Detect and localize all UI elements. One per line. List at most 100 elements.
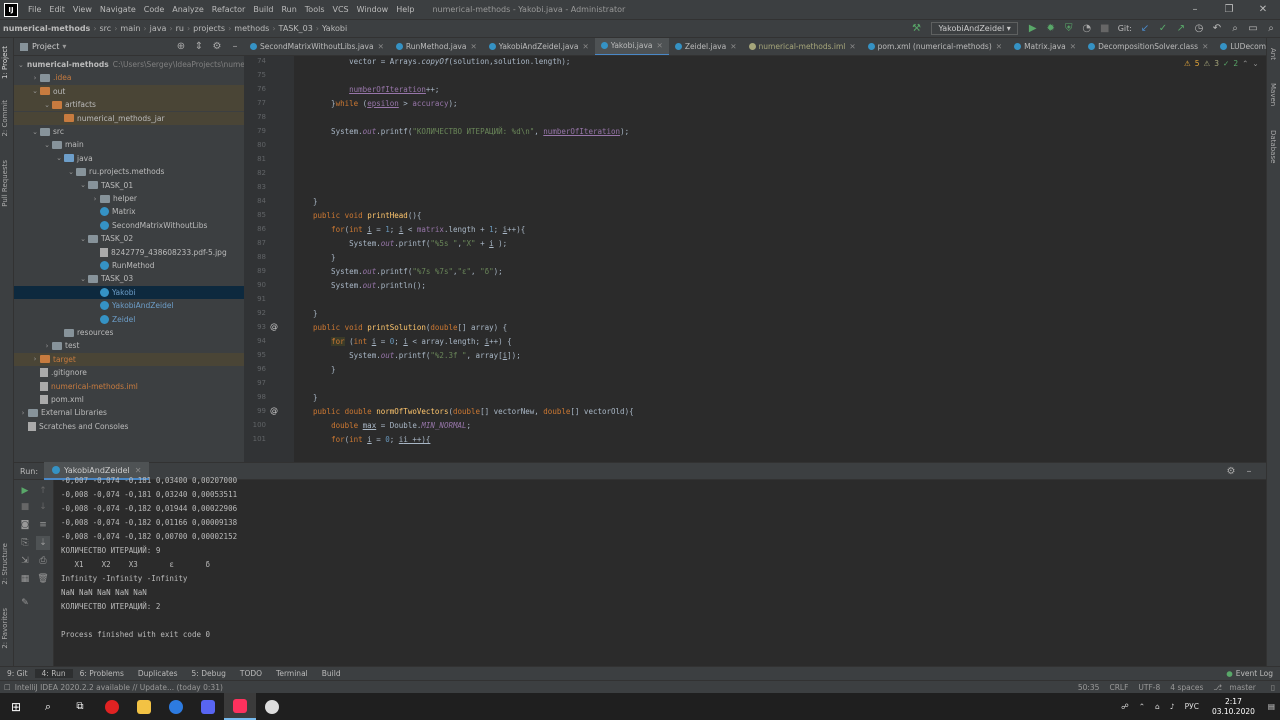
minimize-icon[interactable]: –: [1178, 4, 1212, 15]
tree-item[interactable]: ⌄ artifacts: [14, 98, 244, 112]
coverage-icon[interactable]: ⛨: [1061, 21, 1077, 37]
tool-tab[interactable]: Terminal: [269, 669, 315, 678]
close-icon[interactable]: ✕: [582, 42, 588, 51]
tool-maven-label[interactable]: Maven: [1269, 83, 1277, 106]
paint-app-icon[interactable]: [256, 693, 288, 720]
ide-search-icon[interactable]: ⌕: [1263, 21, 1279, 37]
debug-icon[interactable]: ✹: [1043, 21, 1059, 37]
tree-item[interactable]: ⌄ src: [14, 125, 244, 138]
editor-tab[interactable]: Yakobi.java ✕: [594, 38, 669, 55]
tool-tab[interactable]: TODO: [233, 669, 269, 678]
tree-item[interactable]: › target: [14, 352, 244, 366]
tool-tab[interactable]: 4: Run: [34, 669, 73, 678]
chevron-down-icon[interactable]: ⌄: [18, 61, 24, 69]
soft-wrap-icon[interactable]: ≡: [36, 518, 50, 532]
chevron-down-icon[interactable]: ⌄: [78, 235, 88, 243]
tree-item[interactable]: 8242779_438608233.pdf-5.jpg: [14, 246, 244, 259]
tree-item[interactable]: ⌄ TASK_01: [14, 179, 244, 192]
tool-commit-label[interactable]: 2: Commit: [1, 100, 9, 137]
maximize-icon[interactable]: ❐: [1212, 4, 1246, 15]
tool-pull-requests-label[interactable]: Pull Requests: [1, 160, 9, 207]
tree-item[interactable]: ⌄ java: [14, 152, 244, 165]
breadcrumb-item[interactable]: projects: [190, 24, 228, 33]
tree-item[interactable]: pom.xml: [14, 393, 244, 406]
trash-icon[interactable]: 🗑: [36, 572, 50, 586]
people-icon[interactable]: ☍: [1121, 702, 1129, 711]
caret-position[interactable]: 50:35: [1078, 683, 1100, 692]
tree-item[interactable]: Yakobi: [14, 285, 244, 299]
tree-item[interactable]: › test: [14, 339, 244, 352]
tree-item[interactable]: ⌄ out: [14, 84, 244, 98]
breadcrumb-item[interactable]: TASK_03: [276, 24, 316, 33]
tree-item[interactable]: › .idea: [14, 71, 244, 84]
network-icon[interactable]: ⌂: [1155, 702, 1160, 711]
print-icon[interactable]: ⎙: [36, 554, 50, 568]
breadcrumb-item[interactable]: methods: [231, 24, 272, 33]
tree-item[interactable]: Scratches and Consoles: [14, 420, 244, 433]
close-icon[interactable]: ✕: [470, 42, 476, 51]
status-message[interactable]: IntelliJ IDEA 2020.2.2 available // Upda…: [15, 683, 223, 692]
language-indicator[interactable]: РУС: [1185, 702, 1199, 711]
close-icon[interactable]: ✕: [657, 41, 663, 50]
clock[interactable]: 2:17 03.10.2020: [1212, 697, 1255, 717]
chevron-down-icon[interactable]: ⌄: [66, 168, 76, 176]
history-icon[interactable]: ◷: [1191, 21, 1207, 37]
volume-icon[interactable]: ♪: [1170, 702, 1175, 711]
tool-tab[interactable]: 9: Git: [0, 669, 35, 678]
breadcrumb-item[interactable]: numerical-methods: [0, 24, 93, 33]
hammer-build-icon[interactable]: ⚒: [908, 21, 924, 37]
stop-icon[interactable]: ■: [1097, 21, 1113, 37]
profile-icon[interactable]: ◔: [1079, 21, 1095, 37]
chevron-down-icon[interactable]: ⌄: [78, 181, 88, 189]
tool-project-label[interactable]: 1: Project: [1, 46, 9, 79]
rollback-icon[interactable]: ↶: [1209, 21, 1225, 37]
task-view-icon[interactable]: ⧉: [64, 693, 96, 720]
chevron-down-icon[interactable]: ⌄: [30, 128, 40, 136]
up-arrow-icon[interactable]: ↑: [36, 484, 50, 498]
close-icon[interactable]: ✕: [730, 42, 736, 51]
chevron-down-icon[interactable]: ⌄: [54, 154, 64, 162]
git-branch[interactable]: ⎇ master: [1213, 683, 1260, 692]
tool-tab[interactable]: Build: [315, 669, 348, 678]
menu-item-tools[interactable]: Tools: [301, 5, 329, 14]
chevron-up-icon[interactable]: ⌃: [1242, 59, 1248, 68]
vpn-app-icon[interactable]: [160, 693, 192, 720]
tool-favorites-label[interactable]: 2: Favorites: [1, 608, 9, 649]
override-marker-icon[interactable]: @: [270, 406, 278, 415]
chevron-right-icon[interactable]: ›: [30, 355, 40, 363]
run-configuration-dropdown[interactable]: YakobiAndZeidel ▾: [931, 22, 1018, 35]
tool-tab[interactable]: 6: Problems: [73, 669, 131, 678]
editor-tab[interactable]: YakobiAndZeidel.java ✕: [483, 38, 595, 55]
breadcrumb-item[interactable]: src: [97, 24, 115, 33]
menu-item-refactor[interactable]: Refactor: [208, 5, 250, 14]
menu-item-window[interactable]: Window: [353, 5, 393, 14]
tool-structure-label[interactable]: 2: Structure: [1, 543, 9, 585]
exit-icon[interactable]: ⇲: [18, 554, 32, 568]
tree-item[interactable]: RunMethod: [14, 259, 244, 272]
tool-ant-label[interactable]: Ant: [1269, 48, 1277, 60]
file-encoding[interactable]: UTF-8: [1138, 683, 1160, 692]
project-panel-title[interactable]: Project: [32, 42, 59, 51]
tree-item[interactable]: › helper: [14, 192, 244, 205]
layout-icon[interactable]: ▭: [1245, 21, 1261, 37]
locate-icon[interactable]: ⊕: [173, 39, 189, 55]
tree-item[interactable]: .gitignore: [14, 366, 244, 379]
tool-tab[interactable]: 5: Debug: [185, 669, 233, 678]
editor-tab[interactable]: Matrix.java ✕: [1008, 38, 1082, 55]
scroll-to-end-icon[interactable]: ⇣: [36, 536, 50, 550]
menu-item-run[interactable]: Run: [277, 5, 300, 14]
yandex-browser-icon[interactable]: [96, 693, 128, 720]
tool-database-label[interactable]: Database: [1269, 130, 1277, 163]
override-marker-icon[interactable]: @: [270, 322, 278, 331]
gear-icon[interactable]: ⚙: [209, 39, 225, 55]
tree-item[interactable]: numerical-methods.iml: [14, 380, 244, 393]
chevron-down-icon[interactable]: ⌄: [42, 101, 52, 109]
inspection-widget[interactable]: ⚠ 5 ⚠ 3 ✓ 2 ⌃ ⌄: [1180, 59, 1259, 68]
menu-item-code[interactable]: Code: [140, 5, 168, 14]
layout-icon[interactable]: ▦: [18, 572, 32, 586]
windows-start-icon[interactable]: ⊞: [0, 693, 32, 720]
tree-item[interactable]: ⌄ main: [14, 138, 244, 151]
event-log-button[interactable]: ● Event Log: [1219, 669, 1280, 678]
tree-item[interactable]: SecondMatrixWithoutLibs: [14, 219, 244, 232]
close-icon[interactable]: ✕: [1246, 4, 1280, 15]
